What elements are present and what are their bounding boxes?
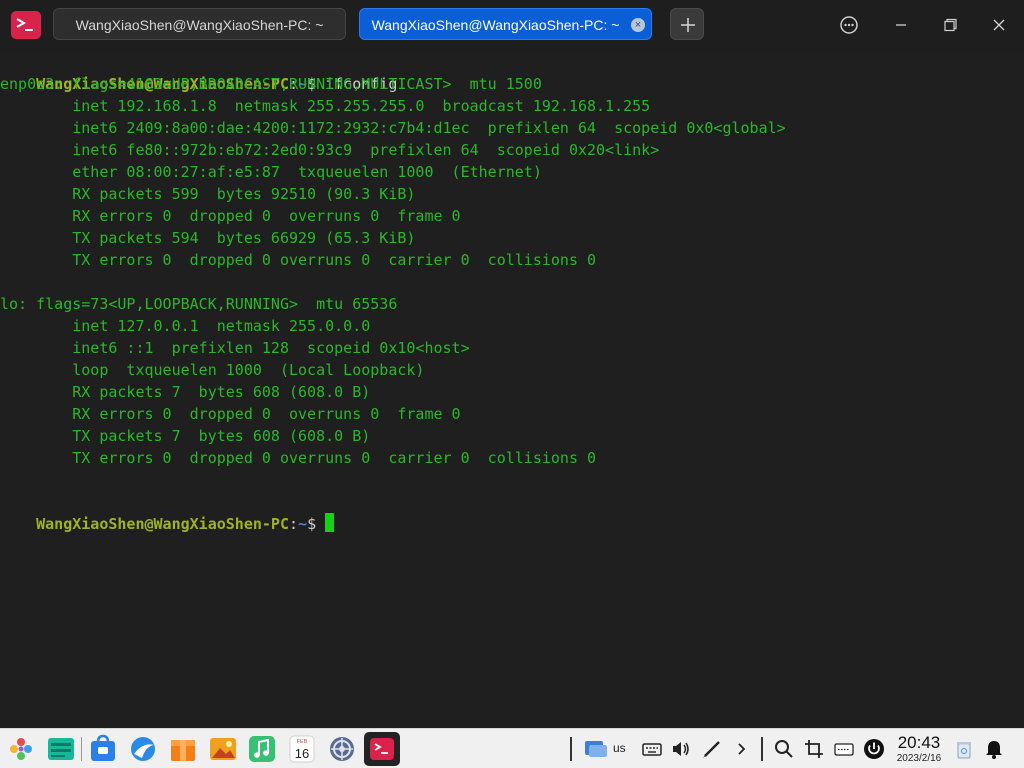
power-icon[interactable] (859, 734, 889, 764)
calendar-icon[interactable]: FEB 16 (287, 734, 317, 764)
keyboard-layout-indicator[interactable]: us (613, 741, 626, 755)
terminal-icon[interactable] (367, 734, 397, 764)
keyboard-icon[interactable] (637, 734, 667, 764)
taskbar: FEB 16 us 20:43 2023/2/16 (0, 728, 1024, 768)
output-line: RX packets 599 bytes 92510 (90.3 KiB) (0, 185, 416, 203)
more-options-icon (840, 16, 858, 34)
taskbar-divider (761, 737, 763, 761)
onscreen-keyboard-icon[interactable] (829, 734, 859, 764)
output-line: inet 127.0.0.1 netmask 255.0.0.0 (0, 317, 371, 335)
output-line: TX errors 0 dropped 0 overruns 0 carrier… (0, 449, 597, 467)
search-icon[interactable] (769, 734, 799, 764)
command-line: WangXiaoShen@WangXiaoShen-PC:~$ ifconfig (36, 75, 398, 93)
image-viewer-icon[interactable] (208, 734, 238, 764)
pen-icon[interactable] (697, 734, 727, 764)
terminal-output-area[interactable]: WangXiaoShen@WangXiaoShen-PC:~$ ifconfig… (0, 50, 1024, 728)
clock-time[interactable]: 20:43 (893, 733, 945, 753)
output-line: ether 08:00:27:af:e5:87 txqueuelen 1000 … (0, 163, 542, 181)
network-icon[interactable] (580, 734, 610, 764)
tab-terminal-2-active[interactable]: WangXiaoShen@WangXiaoShen-PC: ~ × (359, 8, 652, 40)
taskbar-divider (81, 737, 82, 761)
output-line: inet6 ::1 prefixlen 128 scopeid 0x10<hos… (0, 339, 470, 357)
file-manager-icon[interactable] (46, 734, 76, 764)
tab-terminal-1[interactable]: WangXiaoShen@WangXiaoShen-PC: ~ (53, 8, 346, 40)
tab-label: WangXiaoShen@WangXiaoShen-PC: ~ (371, 17, 620, 33)
volume-icon[interactable] (665, 734, 695, 764)
output-line: RX packets 7 bytes 608 (608.0 B) (0, 383, 371, 401)
prompt-user-host: WangXiaoShen@WangXiaoShen-PC (36, 515, 289, 533)
output-line: enp0s3: flags=4163<UP,BROADCAST,RUNNING,… (0, 75, 542, 93)
tab-label: WangXiaoShen@WangXiaoShen-PC: ~ (75, 17, 324, 33)
output-line: RX errors 0 dropped 0 overruns 0 frame 0 (0, 207, 461, 225)
package-icon[interactable] (168, 734, 198, 764)
trash-icon[interactable] (949, 734, 979, 764)
minimize-button[interactable] (891, 15, 911, 35)
output-line: inet 192.168.1.8 netmask 255.255.255.0 b… (0, 97, 651, 115)
close-icon (993, 19, 1005, 31)
notification-icon[interactable] (979, 734, 1009, 764)
more-options-button[interactable] (839, 15, 859, 35)
app-store-icon[interactable] (88, 734, 118, 764)
close-window-button[interactable] (989, 15, 1009, 35)
output-line: loop txqueuelen 1000 (Local Loopback) (0, 361, 425, 379)
clock-date[interactable]: 2023/2/16 (893, 753, 945, 764)
maximize-button[interactable] (940, 15, 960, 35)
tab-close-icon[interactable]: × (631, 18, 645, 32)
text-cursor (325, 513, 335, 532)
minimize-icon (896, 24, 906, 26)
launcher-icon[interactable] (6, 734, 36, 764)
plus-icon (681, 18, 695, 32)
output-line: TX packets 7 bytes 608 (608.0 B) (0, 427, 371, 445)
restore-icon (944, 18, 957, 32)
taskbar-divider (570, 737, 572, 761)
calendar-day-label: 16 (295, 746, 309, 761)
output-line: RX errors 0 dropped 0 overruns 0 frame 0 (0, 405, 461, 423)
prompt-path: ~ (298, 515, 308, 533)
output-line: TX packets 594 bytes 66929 (65.3 KiB) (0, 229, 416, 247)
output-line: inet6 fe80::972b:eb72:2ed0:93c9 prefixle… (0, 141, 660, 159)
terminal-app-icon[interactable] (11, 11, 41, 39)
screenshot-icon[interactable] (799, 734, 829, 764)
calendar-month-label: FEB (297, 739, 308, 745)
output-line: inet6 2409:8a00:dae:4200:1172:2932:c7b4:… (0, 119, 786, 137)
music-icon[interactable] (247, 734, 277, 764)
window-titlebar: WangXiaoShen@WangXiaoShen-PC: ~ WangXiao… (0, 0, 1024, 50)
output-line: lo: flags=73<UP,LOOPBACK,RUNNING> mtu 65… (0, 295, 398, 313)
new-tab-button[interactable] (670, 8, 704, 40)
browser-icon[interactable] (128, 734, 158, 764)
output-line: TX errors 0 dropped 0 overruns 0 carrier… (0, 251, 597, 269)
expand-arrow-icon[interactable] (727, 734, 757, 764)
active-prompt-line[interactable]: WangXiaoShen@WangXiaoShen-PC:~$ (0, 491, 335, 533)
settings-icon[interactable] (327, 734, 357, 764)
